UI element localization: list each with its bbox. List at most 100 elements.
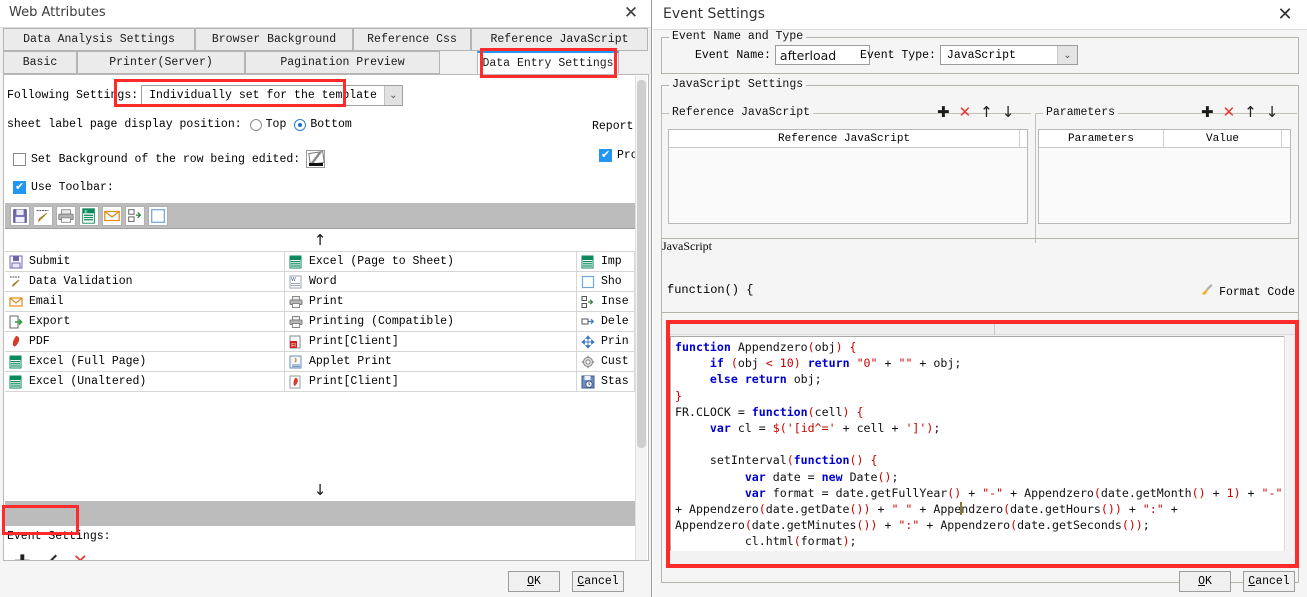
pro-checkbox[interactable]	[599, 148, 612, 162]
grid-item-insert[interactable]: Inse	[577, 292, 635, 311]
grid-item-data-validation[interactable]: Data Validation	[5, 272, 285, 291]
blank-icon[interactable]	[148, 205, 168, 226]
grid-item-pdf[interactable]: PDF	[5, 332, 285, 351]
tab-data-entry-settings[interactable]: Data Entry Settings	[477, 51, 619, 74]
reference-javascript-table[interactable]: Reference JavaScript	[668, 129, 1028, 224]
move-down-icon[interactable]: ↓	[1002, 105, 1015, 120]
grid-item-print[interactable]: Print	[285, 292, 577, 311]
event-settings-toolbar: ✚▾ ✕	[8, 549, 634, 561]
tab-browser-background[interactable]: Browser Background	[195, 28, 353, 51]
grid-item-applet-print[interactable]: Applet Print	[285, 352, 577, 371]
excel-icon[interactable]: E	[79, 205, 99, 226]
event-name-and-type-group: Event Name and Type Event Name: afterloa…	[661, 30, 1299, 74]
column-header-reference-javascript: Reference JavaScript	[669, 130, 1021, 147]
plus-icon[interactable]: ✚	[1201, 105, 1214, 120]
grid-item-print-client-flash[interactable]: Fl Print[Client]	[285, 332, 577, 351]
email-icon	[9, 295, 23, 309]
code-editor-vscrollbar[interactable]	[1284, 336, 1294, 557]
tab-basic[interactable]: Basic	[3, 51, 77, 74]
report-label-cut: Report	[592, 120, 634, 133]
table-row: Excel (Full Page) Applet Print Cust	[5, 352, 635, 372]
pencil-edit-icon[interactable]	[43, 552, 59, 560]
cancel-button[interactable]: Cancel	[572, 570, 624, 592]
following-settings-combo[interactable]: Individually set for the template ⌄	[141, 84, 403, 106]
move-up-icon[interactable]: ↑	[980, 105, 993, 120]
plus-icon[interactable]: ✚	[937, 105, 950, 120]
grid-item-print-preview[interactable]: Prin	[577, 332, 635, 351]
data-entry-settings-panel: Following Settings: Individually set for…	[3, 74, 649, 561]
word-icon: W	[289, 275, 303, 289]
grid-item-submit[interactable]: Submit	[5, 252, 285, 271]
table-row: Data Validation W Word Sho	[5, 272, 635, 292]
save-icon[interactable]	[10, 205, 30, 226]
chevron-down-icon: ⌄	[1056, 46, 1077, 64]
pencil-icon[interactable]	[33, 205, 53, 226]
grid-item-excel-unaltered[interactable]: Excel (Unaltered)	[5, 372, 285, 391]
grid-item-excel-page-to-sheet[interactable]: Excel (Page to Sheet)	[285, 252, 577, 271]
use-toolbar-row: Use Toolbar:	[13, 180, 114, 194]
grid-item-label: Inse	[601, 295, 629, 308]
grid-item-delete[interactable]: Dele	[577, 312, 635, 331]
left-window-title: Web Attributes	[9, 5, 106, 20]
insert-row-icon[interactable]	[125, 205, 145, 226]
delete-x-icon[interactable]: ✕	[1223, 105, 1236, 120]
grid-item-show[interactable]: Sho	[577, 272, 635, 291]
grid-item-excel-full-page[interactable]: Excel (Full Page)	[5, 352, 285, 371]
grid-item-word[interactable]: W Word	[285, 272, 577, 291]
arrow-down-icon: ↓	[313, 481, 327, 499]
use-toolbar-checkbox[interactable]	[13, 180, 26, 194]
tab-reference-javascript[interactable]: Reference JavaScript	[471, 28, 648, 51]
scroll-up-arrow[interactable]: ↑	[5, 229, 635, 251]
grid-item-label: Print[Client]	[309, 375, 399, 388]
event-type-select[interactable]: JavaScript ⌄	[939, 45, 1078, 65]
grid-item-label: Excel (Unaltered)	[29, 375, 147, 388]
set-background-checkbox[interactable]	[13, 152, 26, 166]
following-settings-row: Following Settings: Individually set for…	[7, 83, 403, 107]
email-icon[interactable]	[102, 205, 122, 226]
event-name-input[interactable]: afterload	[774, 45, 870, 65]
column-resizer[interactable]	[1020, 130, 1027, 147]
grid-item-label: Data Validation	[29, 275, 133, 288]
ok-button[interactable]: OK	[1179, 570, 1231, 592]
scroll-down-arrow[interactable]: ↓	[5, 479, 635, 501]
column-resizer[interactable]	[1282, 130, 1290, 147]
move-up-icon[interactable]: ↑	[1244, 105, 1257, 120]
grid-item-custom[interactable]: Cust	[577, 352, 635, 371]
grid-item-export[interactable]: Export	[5, 312, 285, 331]
delete-x-icon[interactable]: ✕	[959, 105, 972, 120]
radio-top-label: Top	[265, 118, 287, 131]
grid-item-import[interactable]: Imp	[577, 252, 635, 271]
grid-item-print-client-pdf[interactable]: Print[Client]	[285, 372, 577, 391]
right-window-title: Event Settings	[663, 6, 765, 22]
table-body	[669, 148, 1027, 223]
grid-item-printing-compatible[interactable]: Printing (Compatible)	[285, 312, 577, 331]
left-panel-vscrollbar[interactable]	[635, 76, 647, 560]
radio-bottom[interactable]	[294, 118, 307, 131]
grid-item-label: Prin	[601, 335, 629, 348]
format-code-label: Format Code	[1219, 285, 1295, 299]
tab-pagination-preview[interactable]: Pagination Preview	[245, 51, 440, 74]
code-content: function Appendzero(obj) { if (obj < 10)…	[675, 340, 1283, 556]
javascript-code-editor[interactable]: function Appendzero(obj) { if (obj < 10)…	[670, 336, 1291, 557]
plus-icon[interactable]: ✚▾	[14, 552, 31, 561]
tab-printer-server[interactable]: Printer(Server)	[77, 51, 245, 74]
tab-data-analysis-settings[interactable]: Data Analysis Settings	[3, 28, 195, 51]
delete-x-icon[interactable]: ✕	[73, 552, 88, 560]
parameters-table[interactable]: Parameters Value	[1038, 129, 1291, 224]
group-title: JavaScript	[662, 239, 712, 253]
column-header-value: Value	[1164, 130, 1283, 147]
close-icon[interactable]: ✕	[621, 3, 641, 23]
close-icon[interactable]: ✕	[1275, 4, 1295, 25]
background-color-picker-icon[interactable]	[306, 150, 326, 168]
print-icon[interactable]	[56, 205, 76, 226]
grid-item-email[interactable]: Email	[5, 292, 285, 311]
format-code-button[interactable]: Format Code	[1200, 283, 1295, 301]
scrollbar-thumb[interactable]	[637, 80, 646, 448]
move-down-icon[interactable]: ↓	[1266, 105, 1279, 120]
ok-button[interactable]: OK	[508, 570, 560, 592]
cancel-button[interactable]: Cancel	[1243, 570, 1295, 592]
radio-top[interactable]	[249, 118, 262, 131]
grid-item-label: Email	[29, 295, 64, 308]
grid-item-stash[interactable]: Stas	[577, 372, 635, 391]
tab-reference-css[interactable]: Reference Css	[353, 28, 471, 51]
